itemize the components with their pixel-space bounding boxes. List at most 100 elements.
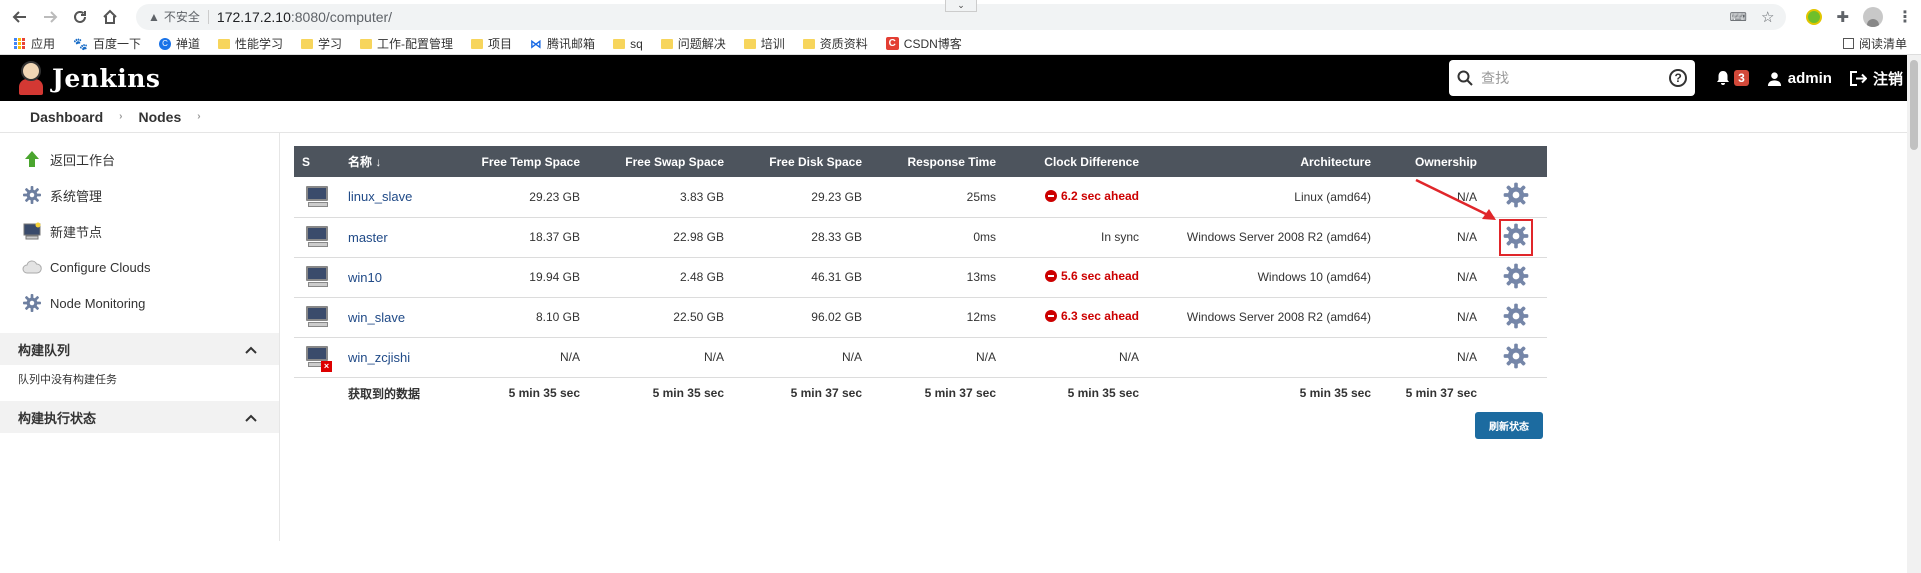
architecture-value: Linux (amd64) — [1147, 177, 1379, 218]
task-new-node[interactable]: 新建节点 — [0, 213, 279, 249]
status-cell — [294, 177, 340, 218]
bookmark-label: 项目 — [488, 37, 513, 51]
bookmark-folder[interactable]: 培训 — [743, 35, 785, 52]
computer-icon — [304, 264, 330, 290]
search-input[interactable] — [1481, 70, 1670, 86]
gear-icon[interactable] — [1503, 303, 1529, 332]
name-cell: master — [340, 217, 460, 258]
response-time-value: 25ms — [870, 177, 1004, 218]
notifications[interactable]: 3 — [1715, 70, 1749, 86]
configure-cell — [1485, 337, 1547, 378]
gear-icon[interactable] — [1503, 263, 1529, 292]
col-response-time[interactable]: Response Time — [870, 146, 1004, 177]
logout-link[interactable]: 注销 — [1849, 68, 1903, 89]
scrollbar-thumb[interactable] — [1910, 60, 1918, 150]
build-queue-header[interactable]: 构建队列 — [0, 333, 279, 365]
bookmark-folder[interactable]: 性能学习 — [218, 35, 283, 52]
task-node-monitoring[interactable]: Node Monitoring — [0, 285, 279, 321]
computer-icon — [22, 221, 42, 241]
col-architecture[interactable]: Architecture — [1147, 146, 1379, 177]
configure-cell — [1485, 257, 1547, 298]
col-free-temp[interactable]: Free Temp Space — [460, 146, 588, 177]
chevron-up-icon[interactable] — [245, 410, 257, 425]
build-queue-title: 构建队列 — [18, 342, 71, 358]
help-icon[interactable]: ? — [1669, 69, 1688, 87]
node-link[interactable]: win_slave — [348, 310, 405, 325]
gear-icon[interactable] — [1503, 343, 1529, 372]
col-ownership[interactable]: Ownership — [1379, 146, 1485, 177]
bookmark-folder[interactable]: 问题解决 — [660, 35, 726, 52]
menu-dots-icon[interactable]: ⋮ — [1897, 7, 1913, 27]
status-cell — [294, 257, 340, 298]
clock-warning: 6.2 sec ahead — [1044, 188, 1139, 203]
bookmark-label: 问题解决 — [677, 37, 726, 51]
footer-clock: 5 min 35 sec — [1004, 376, 1147, 409]
table-row: win10 19.94 GB 2.48 GB 46.31 GB 13ms 5.6 sec … — [294, 257, 1547, 298]
bookmark-folder[interactable]: sq — [613, 37, 643, 51]
baidu-paw-icon: 🐾 — [73, 36, 88, 51]
jenkins-header: Jenkins ? 3 admin 注销 — [0, 55, 1921, 101]
executor-status-header[interactable]: 构建执行状态 — [0, 401, 279, 433]
node-link[interactable]: win_zcjishi — [348, 350, 410, 365]
name-cell: linux_slave — [340, 177, 460, 218]
clock-diff-cell: 6.3 sec ahead — [1004, 297, 1147, 338]
col-clock-diff[interactable]: Clock Difference — [1004, 146, 1147, 177]
clock-diff-value: 5.6 sec ahead — [1060, 269, 1139, 283]
extension-icon[interactable] — [1806, 8, 1823, 25]
bookmark-baidu[interactable]: 🐾 百度一下 — [73, 35, 141, 52]
breadcrumb-nodes[interactable]: Nodes — [138, 109, 181, 125]
bookmark-apps[interactable]: 应用 — [14, 35, 55, 52]
node-link[interactable]: master — [348, 230, 388, 245]
bookmark-star-icon[interactable]: ☆ — [1761, 8, 1774, 26]
chevron-up-icon[interactable] — [245, 342, 257, 357]
col-status[interactable]: S — [294, 146, 340, 177]
cloud-icon — [22, 257, 42, 277]
col-free-disk[interactable]: Free Disk Space — [732, 146, 870, 177]
error-icon — [1044, 189, 1057, 202]
gear-icon[interactable] — [1499, 218, 1533, 256]
col-free-swap[interactable]: Free Swap Space — [588, 146, 732, 177]
col-name[interactable]: 名称 ↓ — [340, 146, 460, 177]
node-link[interactable]: linux_slave — [348, 189, 412, 204]
user-menu[interactable]: admin — [1767, 70, 1832, 87]
computer-offline-icon: × — [304, 344, 332, 372]
puzzle-icon[interactable]: ✚ — [1836, 8, 1849, 26]
task-manage-jenkins[interactable]: 系统管理 — [0, 177, 279, 213]
bookmark-folder[interactable]: 项目 — [471, 35, 512, 52]
bookmark-folder[interactable]: 资质资料 — [802, 35, 868, 52]
bookmark-csdn[interactable]: C CSDN博客 — [885, 35, 962, 52]
breadcrumb-dashboard[interactable]: Dashboard — [30, 109, 103, 125]
search-box: ? — [1449, 60, 1696, 96]
folder-icon — [613, 38, 626, 49]
reload-icon[interactable] — [68, 5, 92, 29]
chevron-down-icon[interactable]: ⌄ — [945, 0, 977, 12]
refresh-status-button[interactable]: 刷新状态 — [1475, 412, 1543, 439]
status-cell — [294, 297, 340, 338]
translate-icon[interactable]: ⌨ — [1730, 10, 1747, 24]
bookmark-tencent-mail[interactable]: ⋈ 腾讯邮箱 — [530, 35, 595, 52]
bookmark-zentao[interactable]: C 禅道 — [158, 35, 200, 52]
status-cell: × — [294, 337, 340, 378]
status-cell — [294, 217, 340, 258]
forward-icon[interactable] — [38, 5, 62, 29]
jenkins-logo[interactable]: Jenkins — [18, 61, 160, 95]
back-icon[interactable] — [8, 5, 32, 29]
computer-icon — [304, 304, 330, 330]
node-link[interactable]: win10 — [348, 270, 382, 285]
ownership-value: N/A — [1379, 297, 1485, 338]
free-disk-value: 96.02 GB — [732, 297, 870, 338]
reading-list[interactable]: 阅读清单 — [1842, 35, 1907, 52]
gear-icon[interactable] — [1503, 182, 1529, 211]
clock-diff-cell: N/A — [1004, 337, 1147, 378]
task-configure-clouds[interactable]: Configure Clouds — [0, 249, 279, 285]
computer-icon — [304, 224, 330, 250]
clock-diff-value: In sync — [1100, 230, 1139, 244]
bookmark-folder[interactable]: 工作-配置管理 — [360, 35, 453, 52]
clock-diff-value: 6.2 sec ahead — [1060, 188, 1139, 203]
bookmark-folder[interactable]: 学习 — [301, 35, 342, 52]
profile-avatar[interactable] — [1863, 6, 1883, 27]
home-icon[interactable] — [98, 5, 122, 29]
footer-empty — [1485, 376, 1547, 409]
clock-warning: 6.3 sec ahead — [1044, 309, 1139, 323]
task-back-to-dashboard[interactable]: 返回工作台 — [0, 141, 279, 177]
